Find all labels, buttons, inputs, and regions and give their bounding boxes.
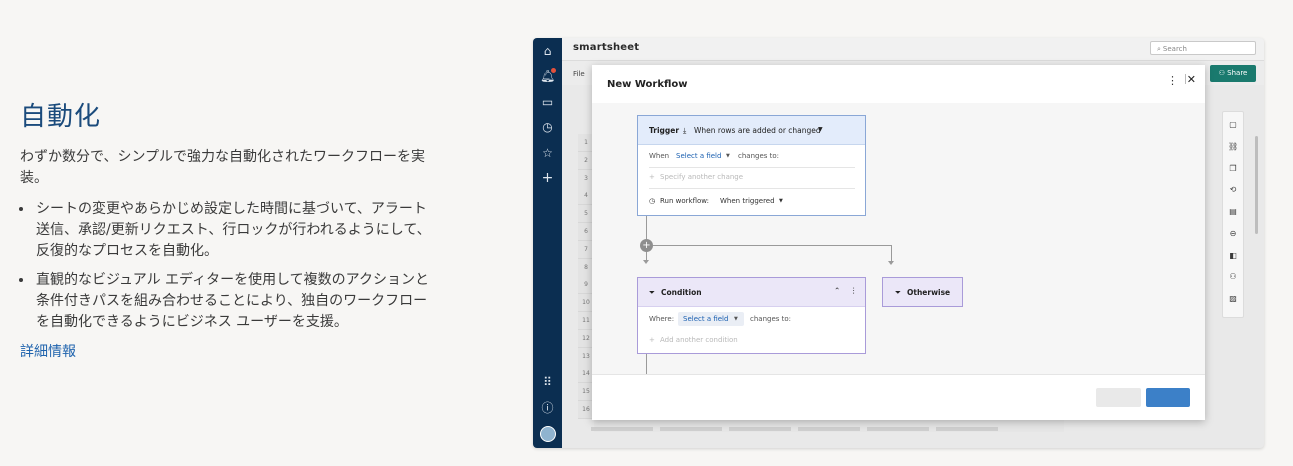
clock-icon[interactable]: ◷: [540, 120, 555, 135]
connector-line: [646, 354, 647, 374]
help-icon[interactable]: ⓘ: [540, 401, 555, 416]
modal-footer: [592, 374, 1205, 420]
divider: [649, 167, 855, 168]
notification-badge: [551, 68, 556, 73]
feature-bullet: シートの変更やあらかじめ設定した時間に基づいて、アラート送信、承認/更新リクエス…: [34, 199, 440, 262]
connector-line: [646, 216, 647, 240]
activity-icon[interactable]: ⟲: [1228, 185, 1238, 195]
caret-down-icon[interactable]: ▼: [779, 198, 783, 204]
connector-line: [891, 245, 892, 262]
trigger-event[interactable]: When rows are added or changed: [694, 126, 821, 135]
add-step-icon[interactable]: +: [640, 239, 653, 252]
share-button[interactable]: ⚇ Share: [1210, 65, 1256, 82]
app-window: ⌂ 🔔︎ ▭ ◷ ☆ + ⠿ ⓘ smartsheet ⌕ Search File…: [533, 38, 1264, 448]
trigger-block[interactable]: Trigger ⤓ When rows are added or changed…: [637, 115, 866, 216]
summary-icon[interactable]: ◧: [1228, 251, 1238, 261]
modal-header: New Workflow ⋮ ✕: [592, 65, 1205, 103]
caret-down-icon[interactable]: ▼: [818, 126, 823, 133]
clock-icon: ◷: [649, 197, 656, 205]
more-vertical-icon[interactable]: ⋮: [850, 286, 858, 295]
divider: [649, 188, 855, 189]
update-icon[interactable]: ⊖: [1228, 229, 1238, 239]
trigger-header: Trigger ⤓ When rows are added or changed…: [638, 116, 865, 145]
comment-icon[interactable]: ▢: [1228, 120, 1238, 130]
feature-bullets: シートの変更やあらかじめ設定した時間に基づいて、アラート送信、承認/更新リクエス…: [20, 199, 440, 333]
otherwise-block[interactable]: ⏷ Otherwise: [882, 277, 963, 307]
search-input[interactable]: ⌕ Search: [1150, 41, 1256, 55]
brand-logo: smartsheet: [573, 42, 640, 53]
home-icon[interactable]: ⌂: [540, 44, 555, 59]
left-nav-rail: ⌂ 🔔︎ ▭ ◷ ☆ + ⠿ ⓘ: [533, 38, 562, 448]
feature-title: 自動化: [20, 102, 102, 132]
feature-bullet: 直観的なビジュアル エディターを使用して複数のアクションと条件付きパスを組み合わ…: [34, 270, 440, 333]
add-change-link[interactable]: Specify another change: [660, 173, 743, 181]
condition-header: ⏷ Condition ⌃ ⋮: [638, 278, 865, 307]
trigger-field-select[interactable]: Select a field: [676, 152, 721, 160]
condition-block[interactable]: ⏷ Condition ⌃ ⋮ Where: Select a field ▼ …: [637, 277, 866, 354]
connector-line: [653, 245, 892, 246]
feature-lead: わずか数分で、シンプルで強力な自動化されたワークフローを実装。: [20, 149, 426, 186]
workflow-canvas: Trigger ⤓ When rows are added or changed…: [592, 103, 1205, 374]
run-workflow-label: Run workflow:: [660, 197, 709, 205]
condition-label: Condition: [661, 288, 702, 297]
link-icon[interactable]: ⛓: [1228, 142, 1238, 152]
run-workflow-select[interactable]: When triggered: [720, 197, 775, 205]
caret-down-icon[interactable]: ▼: [726, 153, 730, 159]
close-icon[interactable]: ✕: [1187, 73, 1196, 86]
apps-icon[interactable]: ⠿: [540, 375, 555, 390]
add-condition-link[interactable]: Add another condition: [660, 336, 738, 344]
avatar[interactable]: [540, 426, 556, 442]
right-panel-rail: ▢ ⛓ ❐ ⟲ ▤ ⊖ ◧ ⚇ ▨: [1222, 111, 1244, 318]
caret-down-icon: ▼: [734, 316, 738, 322]
people-icon[interactable]: ⚇: [1228, 272, 1238, 282]
report-icon[interactable]: ▨: [1228, 294, 1238, 304]
where-label: Where:: [649, 315, 675, 323]
trigger-label: Trigger: [649, 126, 680, 135]
more-vertical-icon[interactable]: ⋮: [1167, 74, 1178, 87]
changes-to-label: changes to:: [738, 152, 780, 160]
save-button[interactable]: [1146, 388, 1190, 407]
share-label: Share: [1227, 69, 1248, 77]
feature-copy: 自動化 わずか数分で、シンプルで強力な自動化されたワークフローを実装。 シートの…: [20, 96, 440, 361]
learn-more-link[interactable]: 詳細情報: [20, 341, 76, 361]
bell-icon[interactable]: 🔔︎: [540, 68, 556, 84]
download-icon: ⤓: [683, 126, 687, 135]
top-bar: smartsheet ⌕ Search: [562, 38, 1264, 61]
plus-icon[interactable]: +: [540, 171, 555, 186]
cancel-button[interactable]: [1096, 388, 1141, 407]
attachment-icon[interactable]: ▤: [1228, 207, 1238, 217]
filter-icon: ⏷: [895, 288, 901, 297]
chevron-up-icon[interactable]: ⌃: [834, 286, 840, 295]
arrow-down-icon: [888, 261, 894, 265]
filter-icon: ⏷: [649, 288, 655, 297]
copy-icon[interactable]: ❐: [1228, 164, 1238, 174]
sheet-bottom-cells: [591, 418, 1061, 434]
otherwise-label: Otherwise: [907, 288, 951, 297]
when-label: When: [649, 152, 670, 160]
search-placeholder: Search: [1162, 45, 1187, 53]
search-icon: ⌕: [1157, 45, 1161, 53]
condition-field-label: Select a field: [683, 315, 729, 323]
modal-title: New Workflow: [607, 79, 688, 90]
star-icon[interactable]: ☆: [540, 146, 555, 161]
plus-icon[interactable]: +: [649, 173, 655, 181]
menu-file[interactable]: File: [573, 70, 585, 78]
people-share-icon: ⚇: [1218, 69, 1228, 77]
workflow-modal: New Workflow ⋮ ✕ Trigger ⤓ When rows are…: [592, 65, 1205, 420]
folder-icon[interactable]: ▭: [540, 95, 555, 110]
plus-icon[interactable]: +: [649, 336, 655, 344]
vertical-scrollbar[interactable]: [1255, 136, 1258, 234]
changes-to-label: changes to:: [750, 315, 792, 323]
arrow-down-icon: [643, 260, 649, 264]
